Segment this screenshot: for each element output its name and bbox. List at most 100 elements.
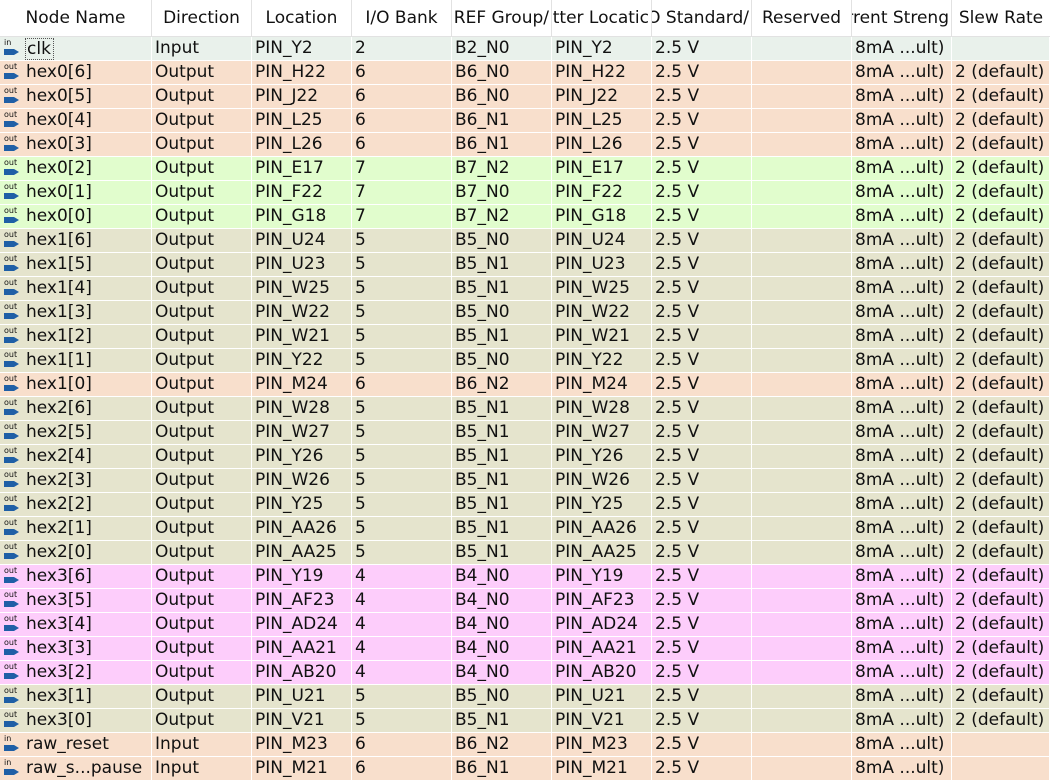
io-standard-cell[interactable]: 2.5 V — [652, 109, 752, 132]
table-row[interactable]: out hex1[6] Output PIN_U24 5 B5_N0 PIN_U24 2.5 … — [0, 229, 1050, 253]
current-strength-cell[interactable]: 8mA ...ult) — [852, 301, 952, 324]
current-strength-cell[interactable]: 8mA ...ult) — [852, 253, 952, 276]
io-bank-cell[interactable]: 6 — [352, 757, 452, 780]
slew-rate-cell[interactable]: 2 (default) — [952, 637, 1050, 660]
reserved-cell[interactable] — [752, 109, 852, 132]
table-row[interactable]: out hex2[3] Output PIN_W26 5 B5_N1 PIN_W26 2.5 … — [0, 469, 1050, 493]
vref-group-cell[interactable]: B4_N0 — [452, 613, 552, 636]
table-row[interactable]: out hex0[3] Output PIN_L26 6 B6_N1 PIN_L26 2.5 … — [0, 133, 1050, 157]
reserved-cell[interactable] — [752, 661, 852, 684]
location-cell[interactable]: PIN_U24 — [252, 229, 352, 252]
fitter-location-cell[interactable]: PIN_AD24 — [552, 613, 652, 636]
reserved-cell[interactable] — [752, 493, 852, 516]
reserved-cell[interactable] — [752, 277, 852, 300]
node-name-cell[interactable]: out hex3[4] — [0, 613, 152, 636]
io-bank-cell[interactable]: 4 — [352, 565, 452, 588]
slew-rate-cell[interactable]: 2 (default) — [952, 133, 1050, 156]
io-standard-cell[interactable]: 2.5 V — [652, 397, 752, 420]
current-strength-cell[interactable]: 8mA ...ult) — [852, 37, 952, 60]
io-standard-cell[interactable]: 2.5 V — [652, 517, 752, 540]
table-row[interactable]: in raw_s...pause Input PIN_M21 6 B6_N1 PIN_M21… — [0, 757, 1050, 781]
reserved-cell[interactable] — [752, 205, 852, 228]
io-bank-cell[interactable]: 5 — [352, 685, 452, 708]
node-name-cell[interactable]: out hex1[5] — [0, 253, 152, 276]
node-name-cell[interactable]: out hex3[5] — [0, 589, 152, 612]
slew-rate-cell[interactable]: 2 (default) — [952, 253, 1050, 276]
direction-cell[interactable]: Output — [152, 493, 252, 516]
current-strength-cell[interactable]: 8mA ...ult) — [852, 661, 952, 684]
fitter-location-cell[interactable]: PIN_Y25 — [552, 493, 652, 516]
io-standard-cell[interactable]: 2.5 V — [652, 205, 752, 228]
current-strength-cell[interactable]: 8mA ...ult) — [852, 733, 952, 756]
vref-group-cell[interactable]: B5_N0 — [452, 685, 552, 708]
table-row[interactable]: out hex1[4] Output PIN_W25 5 B5_N1 PIN_W25 2.5 … — [0, 277, 1050, 301]
reserved-cell[interactable] — [752, 37, 852, 60]
fitter-location-cell[interactable]: PIN_M24 — [552, 373, 652, 396]
slew-rate-cell[interactable]: 2 (default) — [952, 589, 1050, 612]
slew-rate-cell[interactable]: 2 (default) — [952, 277, 1050, 300]
column-header-current-strength[interactable]: rrent Streng — [852, 0, 952, 36]
direction-cell[interactable]: Output — [152, 685, 252, 708]
io-bank-cell[interactable]: 7 — [352, 181, 452, 204]
node-name-cell[interactable]: in raw_s...pause — [0, 757, 152, 780]
io-bank-cell[interactable]: 4 — [352, 613, 452, 636]
direction-cell[interactable]: Output — [152, 109, 252, 132]
io-bank-cell[interactable]: 6 — [352, 109, 452, 132]
reserved-cell[interactable] — [752, 301, 852, 324]
reserved-cell[interactable] — [752, 133, 852, 156]
location-cell[interactable]: PIN_AA21 — [252, 637, 352, 660]
location-cell[interactable]: PIN_M21 — [252, 757, 352, 780]
location-cell[interactable]: PIN_U23 — [252, 253, 352, 276]
slew-rate-cell[interactable]: 2 (default) — [952, 109, 1050, 132]
slew-rate-cell[interactable]: 2 (default) — [952, 445, 1050, 468]
current-strength-cell[interactable]: 8mA ...ult) — [852, 565, 952, 588]
table-row[interactable]: out hex3[2] Output PIN_AB20 4 B4_N0 PIN_AB20 2.… — [0, 661, 1050, 685]
io-standard-cell[interactable]: 2.5 V — [652, 253, 752, 276]
slew-rate-cell[interactable]: 2 (default) — [952, 517, 1050, 540]
table-row[interactable]: out hex2[4] Output PIN_Y26 5 B5_N1 PIN_Y26 2.5 … — [0, 445, 1050, 469]
direction-cell[interactable]: Output — [152, 85, 252, 108]
location-cell[interactable]: PIN_G18 — [252, 205, 352, 228]
column-header-location[interactable]: Location — [252, 0, 352, 36]
table-row[interactable]: out hex0[0] Output PIN_G18 7 B7_N2 PIN_G18 2.5 … — [0, 205, 1050, 229]
direction-cell[interactable]: Output — [152, 157, 252, 180]
io-bank-cell[interactable]: 2 — [352, 37, 452, 60]
io-bank-cell[interactable]: 5 — [352, 253, 452, 276]
fitter-location-cell[interactable]: PIN_J22 — [552, 85, 652, 108]
fitter-location-cell[interactable]: PIN_W22 — [552, 301, 652, 324]
io-standard-cell[interactable]: 2.5 V — [652, 565, 752, 588]
fitter-location-cell[interactable]: PIN_AF23 — [552, 589, 652, 612]
location-cell[interactable]: PIN_E17 — [252, 157, 352, 180]
io-standard-cell[interactable]: 2.5 V — [652, 85, 752, 108]
io-bank-cell[interactable]: 6 — [352, 733, 452, 756]
vref-group-cell[interactable]: B6_N1 — [452, 757, 552, 780]
location-cell[interactable]: PIN_AB20 — [252, 661, 352, 684]
slew-rate-cell[interactable] — [952, 37, 1050, 60]
fitter-location-cell[interactable]: PIN_AA26 — [552, 517, 652, 540]
node-name-cell[interactable]: out hex0[4] — [0, 109, 152, 132]
slew-rate-cell[interactable]: 2 (default) — [952, 157, 1050, 180]
io-standard-cell[interactable]: 2.5 V — [652, 589, 752, 612]
location-cell[interactable]: PIN_W22 — [252, 301, 352, 324]
vref-group-cell[interactable]: B5_N1 — [452, 421, 552, 444]
location-cell[interactable]: PIN_W27 — [252, 421, 352, 444]
current-strength-cell[interactable]: 8mA ...ult) — [852, 613, 952, 636]
current-strength-cell[interactable]: 8mA ...ult) — [852, 373, 952, 396]
vref-group-cell[interactable]: B5_N1 — [452, 517, 552, 540]
location-cell[interactable]: PIN_Y22 — [252, 349, 352, 372]
direction-cell[interactable]: Output — [152, 397, 252, 420]
io-standard-cell[interactable]: 2.5 V — [652, 157, 752, 180]
current-strength-cell[interactable]: 8mA ...ult) — [852, 109, 952, 132]
node-name-cell[interactable]: in raw_reset — [0, 733, 152, 756]
current-strength-cell[interactable]: 8mA ...ult) — [852, 205, 952, 228]
location-cell[interactable]: PIN_W25 — [252, 277, 352, 300]
vref-group-cell[interactable]: B5_N0 — [452, 349, 552, 372]
io-standard-cell[interactable]: 2.5 V — [652, 733, 752, 756]
table-row[interactable]: in raw_reset Input PIN_M23 6 B6_N2 PIN_M23 2.5 … — [0, 733, 1050, 757]
node-name-cell[interactable]: out hex2[1] — [0, 517, 152, 540]
table-row[interactable]: out hex2[6] Output PIN_W28 5 B5_N1 PIN_W28 2.5 … — [0, 397, 1050, 421]
vref-group-cell[interactable]: B4_N0 — [452, 589, 552, 612]
node-name-cell[interactable]: out hex1[3] — [0, 301, 152, 324]
io-bank-cell[interactable]: 5 — [352, 277, 452, 300]
reserved-cell[interactable] — [752, 517, 852, 540]
